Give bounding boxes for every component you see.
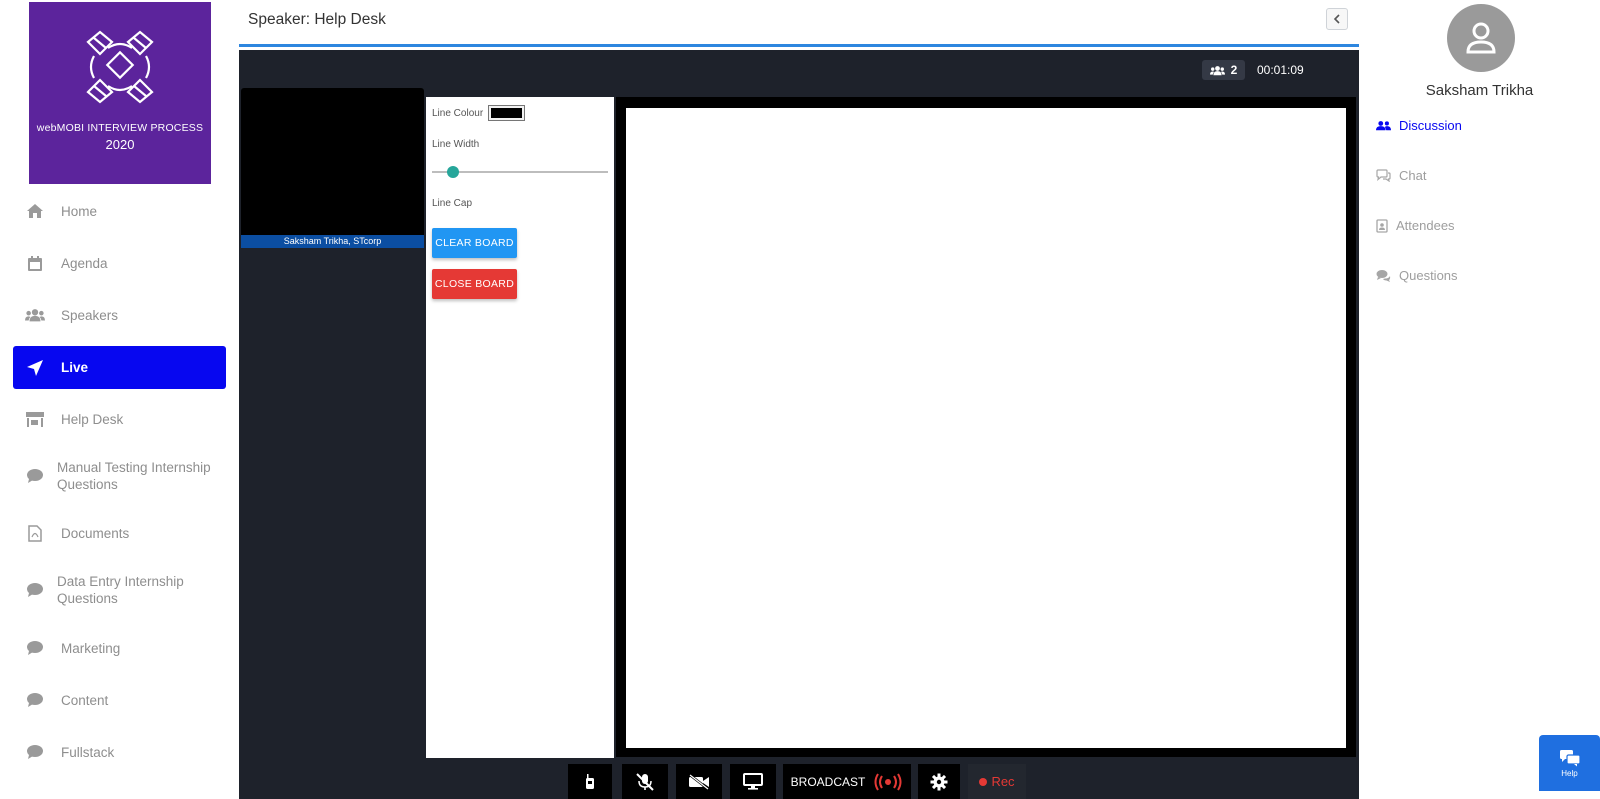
broadcast-icon	[874, 772, 902, 791]
comment-icon	[25, 466, 45, 486]
tab-label: Chat	[1399, 168, 1427, 183]
users-icon	[1376, 121, 1391, 131]
camera-off-button[interactable]	[676, 764, 722, 799]
walkie-talkie-icon	[586, 773, 594, 789]
tab-label: Discussion	[1399, 118, 1462, 133]
users-icon	[1209, 65, 1225, 75]
sidebar-item-label: Documents	[61, 525, 130, 541]
video-tile[interactable]	[241, 88, 424, 235]
comments-icon	[1376, 270, 1391, 282]
paper-plane-icon	[25, 358, 45, 378]
whiteboard-frame	[616, 97, 1356, 757]
close-board-button[interactable]: CLOSE BOARD	[432, 269, 517, 299]
record-button[interactable]: Rec	[968, 764, 1026, 799]
logo-year: 2020	[105, 137, 135, 152]
settings-button[interactable]	[918, 764, 960, 799]
whiteboard-tools-panel: Line Colour Line Width Line Cap CLEAR BO…	[426, 97, 614, 758]
sidebar-item-label: Agenda	[61, 255, 108, 271]
contact-book-icon	[1376, 218, 1388, 233]
sidebar-item-documents[interactable]: Documents	[13, 518, 226, 548]
collapse-panel-button[interactable]	[1326, 8, 1348, 30]
sidebar-item-label: Live	[61, 360, 89, 375]
session-timer: 00:01:09	[1257, 63, 1304, 77]
participant-count: 2	[1230, 63, 1238, 77]
comment-icon	[25, 638, 45, 658]
screen-share-button[interactable]	[730, 764, 776, 799]
sidebar-item-agenda[interactable]: Agenda	[13, 248, 226, 278]
tab-label: Questions	[1399, 268, 1458, 283]
tab-questions[interactable]: Questions	[1376, 268, 1458, 283]
pdf-file-icon	[25, 523, 45, 543]
sidebar-item-live[interactable]: Live	[13, 346, 226, 389]
chevron-left-icon	[1333, 14, 1340, 24]
walkie-talkie-button[interactable]	[568, 764, 612, 799]
logo-title: webMOBI INTERVIEW PROCESS	[36, 122, 204, 134]
video-off-icon	[689, 773, 709, 790]
store-icon	[25, 409, 45, 429]
sidebar-item-speakers[interactable]: Speakers	[13, 300, 226, 330]
record-label: Rec	[991, 774, 1015, 789]
home-icon	[25, 201, 45, 221]
participant-count-badge[interactable]: 2	[1202, 60, 1245, 80]
mic-off-icon	[636, 772, 654, 791]
user-icon	[1466, 22, 1496, 54]
comment-icon	[25, 580, 45, 600]
sidebar-item-fullstack[interactable]: Fullstack	[13, 737, 226, 767]
profile-name: Saksham Trikha	[1425, 82, 1534, 99]
sidebar-item-label: Data Entry Internship Questions	[57, 574, 184, 606]
tab-discussion[interactable]: Discussion	[1376, 118, 1462, 133]
sidebar-item-home[interactable]: Home	[13, 196, 226, 226]
mute-mic-button[interactable]	[622, 764, 668, 799]
line-colour-label: Line Colour	[432, 108, 484, 119]
page-title: Speaker: Help Desk	[248, 11, 386, 28]
chat-icon	[1376, 169, 1391, 182]
line-width-label: Line Width	[432, 139, 480, 150]
comment-icon	[25, 742, 45, 762]
comment-icon	[25, 690, 45, 710]
sidebar-item-label: Marketing	[61, 640, 121, 656]
monitor-icon	[743, 773, 763, 790]
line-cap-label: Line Cap	[432, 198, 473, 209]
page-header: Speaker: Help Desk	[239, 0, 1359, 47]
clear-board-button[interactable]: CLEAR BOARD	[432, 228, 517, 258]
sidebar-item-help-desk[interactable]: Help Desk	[13, 404, 226, 434]
app-root: webMOBI INTERVIEW PROCESS 2020 Home Agen…	[0, 0, 1600, 799]
line-colour-swatch	[491, 108, 522, 118]
sidebar: webMOBI INTERVIEW PROCESS 2020 Home Agen…	[0, 0, 239, 799]
whiteboard-canvas[interactable]	[626, 108, 1346, 748]
users-icon	[25, 305, 45, 325]
sidebar-item-label: Home	[61, 203, 98, 219]
record-dot-icon	[979, 777, 988, 786]
broadcast-button[interactable]: BROADCAST	[783, 764, 911, 799]
gear-icon	[930, 773, 948, 790]
line-width-slider-thumb[interactable]	[447, 166, 460, 178]
sidebar-item-manual-testing[interactable]: Manual Testing Internship Questions	[13, 456, 226, 496]
help-widget-button[interactable]: Help	[1539, 735, 1600, 791]
help-widget-label: Help	[1561, 768, 1578, 778]
line-colour-picker[interactable]	[488, 105, 525, 121]
logo-mark-icon	[86, 30, 154, 104]
event-logo[interactable]: webMOBI INTERVIEW PROCESS 2020	[29, 2, 211, 184]
sidebar-item-content[interactable]: Content	[13, 685, 226, 715]
tab-chat[interactable]: Chat	[1376, 168, 1426, 183]
tab-label: Attendees	[1396, 218, 1455, 233]
tab-attendees[interactable]: Attendees	[1376, 218, 1455, 233]
live-stage: 2 00:01:09 Saksham Trikha, STcorp Line C…	[239, 50, 1359, 799]
sidebar-item-marketing[interactable]: Marketing	[13, 633, 226, 663]
video-tile-name: Saksham Trikha, STcorp	[241, 235, 424, 248]
sidebar-item-label: Speakers	[61, 307, 119, 323]
sidebar-item-label: Manual Testing Internship Questions	[57, 460, 211, 492]
sidebar-item-label: Content	[61, 692, 109, 708]
right-panel: Saksham Trikha Discussion Chat Attendees…	[1359, 0, 1600, 799]
sidebar-item-data-entry[interactable]: Data Entry Internship Questions	[13, 570, 226, 610]
broadcast-label: BROADCAST	[790, 774, 866, 789]
avatar	[1447, 4, 1515, 72]
chat-bubbles-icon	[1559, 749, 1581, 766]
sidebar-item-label: Fullstack	[61, 744, 115, 760]
calendar-icon	[25, 253, 45, 273]
sidebar-item-label: Help Desk	[61, 411, 124, 427]
